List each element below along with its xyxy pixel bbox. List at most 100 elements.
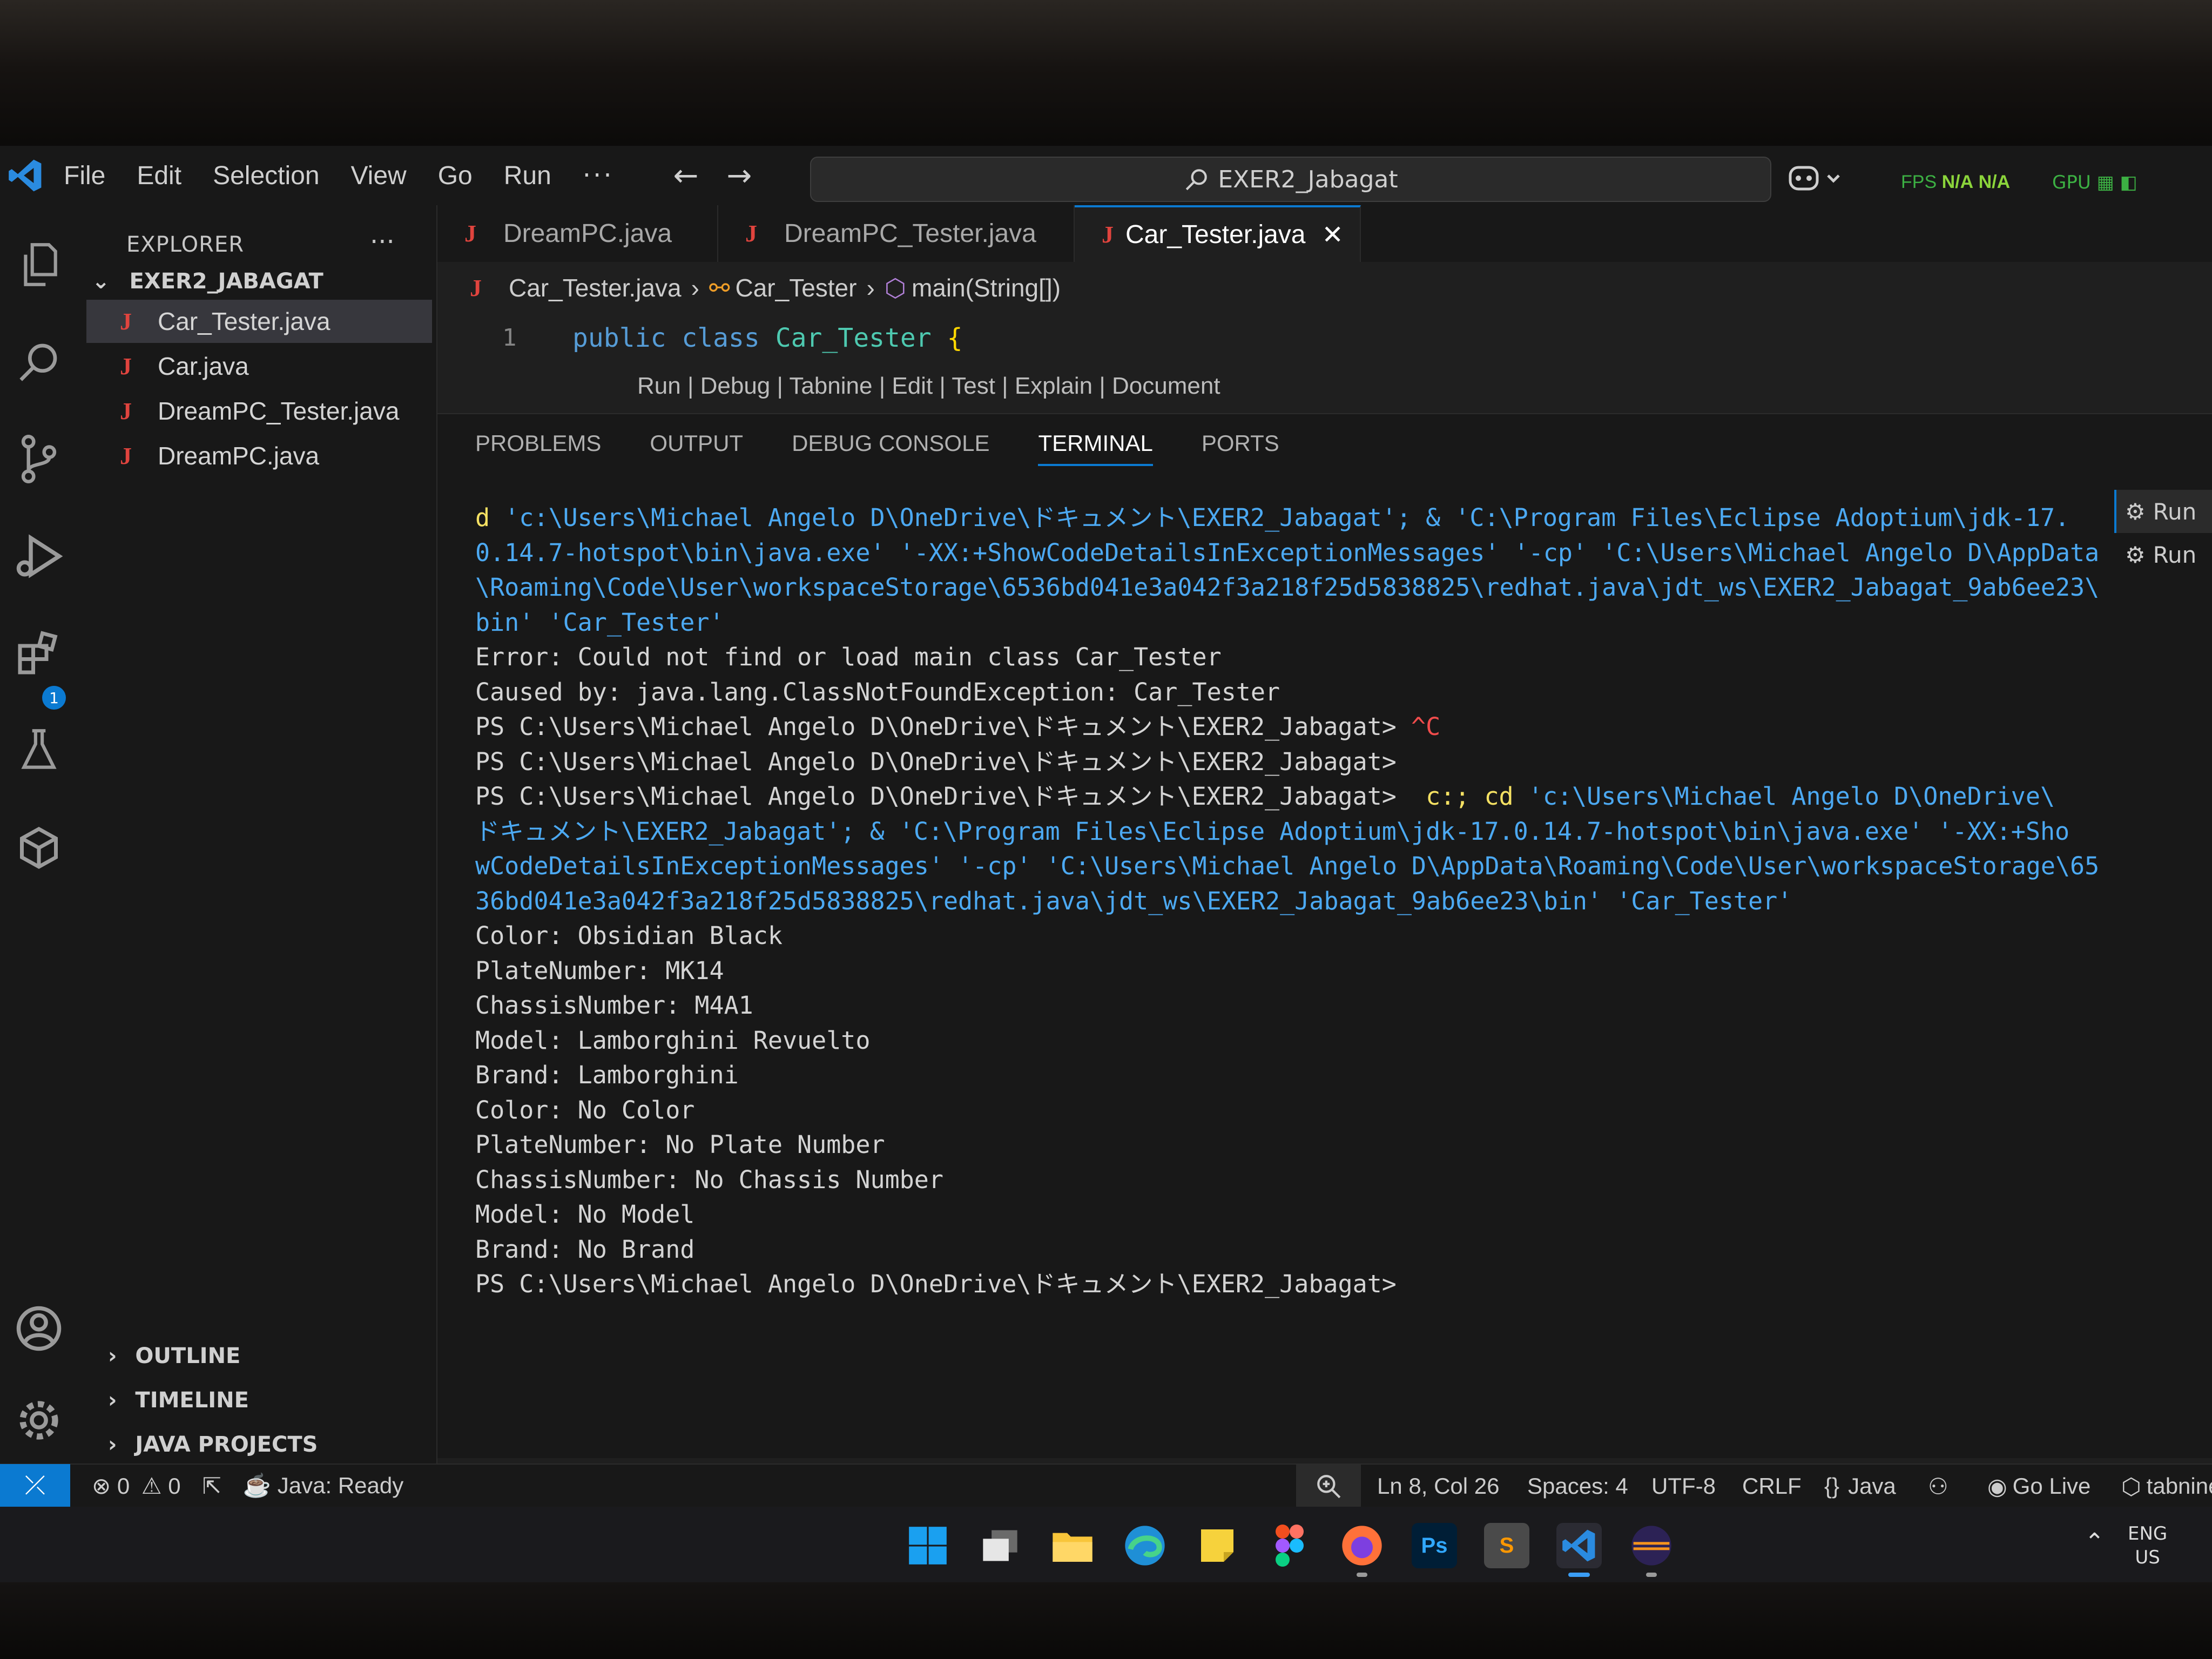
forward-arrow-icon[interactable]: →	[727, 158, 752, 193]
encoding-status[interactable]: UTF-8	[1651, 1465, 1716, 1508]
menu-go[interactable]: Go	[438, 161, 473, 191]
outline-section[interactable]: › OUTLINE	[108, 1344, 240, 1368]
cursor-position[interactable]: Ln 8, Col 26	[1377, 1465, 1500, 1508]
menu-edit[interactable]: Edit	[137, 161, 181, 191]
copilot-status-icon[interactable]: ⚇	[1928, 1465, 1948, 1508]
java-status[interactable]: ☕ Java: Ready	[243, 1473, 403, 1499]
terminal-line: PlateNumber: MK14	[475, 954, 1987, 989]
terminal-line: Model: No Model	[475, 1197, 1987, 1232]
settings-gear-icon[interactable]	[12, 1393, 66, 1447]
line-number: 1	[502, 324, 517, 352]
code-line[interactable]: public class Car_Tester {	[572, 323, 963, 353]
file-name: Car_Tester.java	[158, 307, 331, 335]
language-mode[interactable]: {} Java	[1824, 1465, 1896, 1508]
windows-start-icon[interactable]	[905, 1523, 950, 1568]
breadcrumb-file[interactable]: Car_Tester.java	[509, 273, 682, 302]
firefox-icon[interactable]	[1339, 1523, 1385, 1568]
file-item-car-tester[interactable]: J Car_Tester.java	[86, 300, 432, 343]
terminal-line: Caused by: java.lang.ClassNotFoundExcept…	[475, 675, 1987, 710]
tabnine-status[interactable]: ⬡ tabnine	[2121, 1465, 2212, 1508]
task-view-icon[interactable]	[977, 1523, 1023, 1568]
breadcrumb-method[interactable]: main(String[])	[912, 273, 1061, 302]
timeline-section[interactable]: › TIMELINE	[108, 1388, 249, 1413]
copilot-icon[interactable]	[1788, 162, 1847, 201]
back-arrow-icon[interactable]: ←	[673, 158, 699, 193]
vscode-taskbar-icon[interactable]	[1556, 1523, 1602, 1568]
testing-flask-icon[interactable]	[12, 724, 66, 778]
source-control-icon[interactable]	[12, 432, 66, 486]
menu-run[interactable]: Run	[504, 161, 551, 191]
terminal-text: wCodeDetailsInExceptionMessages' '-cp' '…	[475, 852, 2100, 880]
terminal-text: PS C:\Users\Michael Angelo D\OneDrive\ドキ…	[475, 782, 1426, 811]
terminal-list-label: Run	[2153, 541, 2197, 568]
terminal-text: PS C:\Users\Michael Angelo D\OneDrive\ドキ…	[475, 747, 1397, 776]
terminal-line: PS C:\Users\Michael Angelo D\OneDrive\ドキ…	[475, 1267, 1987, 1302]
tab-ports[interactable]: PORTS	[1202, 430, 1279, 466]
figma-icon[interactable]	[1267, 1523, 1312, 1568]
input-language[interactable]: ENG US	[2128, 1522, 2167, 1569]
terminal-line: ChassisNumber: M4A1	[475, 988, 1987, 1023]
extensions-icon[interactable]	[12, 626, 66, 680]
sticky-notes-icon[interactable]	[1195, 1523, 1240, 1568]
chevron-down-icon: ⌄	[92, 269, 110, 294]
warning-icon: ⚠	[141, 1473, 162, 1499]
file-item-dreampc[interactable]: J DreamPC.java	[86, 434, 432, 477]
remote-indicator-icon[interactable]: ⤫	[0, 1464, 70, 1507]
terminal-output[interactable]: d 'c:\Users\Michael Angelo D\OneDrive\ドキ…	[475, 501, 2099, 1302]
class-name: Car_Tester	[775, 323, 932, 353]
codelens-actions[interactable]: Run | Debug | Tabnine | Edit | Test | Ex…	[637, 373, 1220, 400]
warning-count: 0	[168, 1473, 181, 1499]
menu-file[interactable]: File	[64, 161, 105, 191]
terminal-line: ChassisNumber: No Chassis Number	[475, 1163, 1987, 1198]
explorer-icon[interactable]	[12, 238, 66, 292]
tab-terminal[interactable]: TERMINAL	[1038, 430, 1153, 466]
run-debug-icon[interactable]	[12, 529, 66, 583]
tab-dreampc-tester[interactable]: J DreamPC_Tester.java	[718, 205, 1075, 262]
breadcrumb: J Car_Tester.java › ⚯ Car_Tester › ⬡ mai…	[470, 273, 1061, 302]
gpu-indicator: GPU ▦ ◧	[2052, 172, 2137, 193]
file-item-car[interactable]: J Car.java	[86, 345, 432, 388]
tab-problems[interactable]: PROBLEMS	[475, 430, 601, 466]
menu-selection[interactable]: Selection	[213, 161, 319, 191]
tab-debug-console[interactable]: DEBUG CONSOLE	[792, 430, 989, 466]
tab-dreampc[interactable]: J DreamPC.java	[437, 205, 718, 262]
eclipse-icon[interactable]	[1629, 1523, 1674, 1568]
file-explorer-icon[interactable]	[1050, 1523, 1095, 1568]
problems-status[interactable]: ⊗ 0 ⚠ 0	[92, 1473, 181, 1499]
indentation-status[interactable]: Spaces: 4	[1527, 1465, 1628, 1508]
java-cup-icon: ☕	[242, 1472, 272, 1498]
terminal-list-item[interactable]: ⚙ Run	[2114, 533, 2212, 576]
status-bar: ⤫ ⊗ 0 ⚠ 0 ⇱ ☕ Java: Ready Ln 8, Col 26 S…	[0, 1464, 2212, 1508]
ports-forward-icon[interactable]: ⇱	[203, 1473, 221, 1499]
edge-browser-icon[interactable]	[1122, 1523, 1168, 1568]
breadcrumb-class[interactable]: Car_Tester	[735, 273, 857, 302]
go-live-button[interactable]: ◉ Go Live	[1987, 1465, 2090, 1508]
fps-label: FPS	[1901, 172, 1937, 192]
account-icon[interactable]	[12, 1301, 66, 1355]
file-name: DreamPC_Tester.java	[158, 397, 400, 425]
terminal-text: ^C	[1411, 712, 1441, 741]
layout-icon[interactable]: ▦ ◧	[2097, 172, 2137, 193]
chevron-up-icon[interactable]: ⌃	[2085, 1528, 2105, 1556]
menu-view[interactable]: View	[351, 161, 407, 191]
java-projects-icon[interactable]	[12, 821, 66, 875]
command-center-search[interactable]: EXER2_Jabagat	[810, 157, 1771, 202]
terminal-text: Color: Obsidian Black	[475, 921, 783, 950]
search-icon[interactable]	[12, 335, 66, 389]
workspace-folder[interactable]: ⌄ EXER2_JABAGAT	[92, 269, 323, 294]
sublime-text-icon[interactable]: S	[1484, 1523, 1529, 1568]
braces-icon: {}	[1824, 1473, 1840, 1499]
tab-car-tester[interactable]: J Car_Tester.java ✕	[1075, 205, 1361, 262]
menu-more-icon[interactable]: ···	[583, 160, 614, 191]
file-item-dreampc-tester[interactable]: J DreamPC_Tester.java	[86, 389, 432, 433]
tab-output[interactable]: OUTPUT	[650, 430, 743, 466]
zoom-icon[interactable]	[1296, 1465, 1361, 1508]
photoshop-icon[interactable]: Ps	[1412, 1523, 1457, 1568]
eol-status[interactable]: CRLF	[1742, 1465, 1802, 1508]
extensions-badge: 1	[42, 686, 66, 710]
terminal-list-item[interactable]: ⚙ Run	[2114, 490, 2212, 533]
explorer-more-icon[interactable]: ···	[370, 227, 395, 257]
close-icon[interactable]: ✕	[1322, 220, 1344, 250]
java-projects-section[interactable]: › JAVA PROJECTS	[108, 1432, 318, 1457]
terminal-line: PS C:\Users\Michael Angelo D\OneDrive\ドキ…	[475, 710, 1987, 745]
